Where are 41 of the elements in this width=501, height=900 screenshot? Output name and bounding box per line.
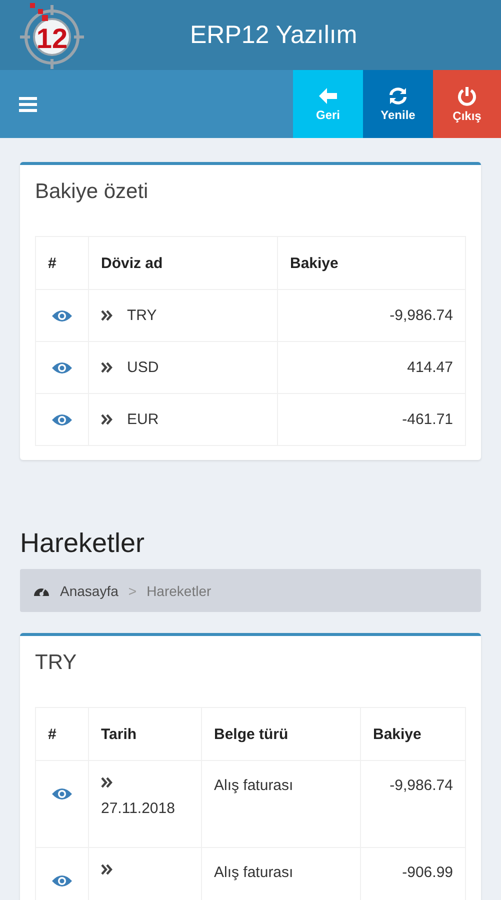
currency-code: TRY	[127, 307, 157, 324]
column-header: Bakiye	[278, 236, 466, 290]
double-chevron-icon	[101, 414, 113, 425]
power-icon	[457, 86, 477, 106]
balance-value: -461.71	[402, 411, 453, 428]
menu-icon	[19, 96, 37, 112]
column-header: Tarih	[88, 708, 202, 760]
balance-value: 414.47	[407, 359, 453, 376]
double-chevron-icon	[101, 362, 113, 373]
column-header: #	[36, 236, 88, 290]
document-type: Alış faturası	[214, 777, 294, 794]
column-header: #	[36, 708, 88, 760]
left-arrow-icon	[318, 86, 338, 104]
breadcrumb-link[interactable]: Anasayfa	[60, 582, 118, 598]
document-type: Alış faturası	[214, 864, 294, 881]
date-value: 27.11.2018	[101, 800, 176, 817]
card-title: Bakiye özeti	[35, 179, 150, 205]
balance-value: -9,986.74	[390, 777, 453, 794]
breadcrumb-current: Hareketler	[146, 582, 212, 598]
refresh-icon	[388, 86, 408, 104]
double-chevron-icon	[101, 864, 113, 875]
column-header: Döviz ad	[88, 236, 278, 290]
eye-icon[interactable]	[51, 874, 73, 888]
balance-value: -906.99	[402, 864, 453, 881]
page-title: Hareketler	[20, 528, 146, 559]
double-chevron-icon	[101, 310, 113, 321]
balance-value: -9,986.74	[390, 307, 453, 324]
column-header: Belge türü	[202, 708, 360, 760]
eye-icon[interactable]	[51, 787, 73, 801]
eye-icon[interactable]	[51, 360, 73, 374]
column-header: Bakiye	[360, 708, 466, 760]
currency-code: EUR	[127, 411, 159, 428]
eye-icon[interactable]	[51, 412, 73, 426]
double-chevron-icon	[101, 777, 113, 788]
breadcrumb-separator: >	[128, 582, 137, 598]
refresh-button[interactable]: Yenile	[363, 70, 433, 138]
currency-code: USD	[127, 359, 159, 376]
card-title: TRY	[35, 650, 78, 676]
app-title: ERP12 Yazılım	[190, 20, 358, 50]
eye-icon[interactable]	[51, 308, 73, 322]
logout-button[interactable]: Çıkış	[433, 70, 501, 138]
